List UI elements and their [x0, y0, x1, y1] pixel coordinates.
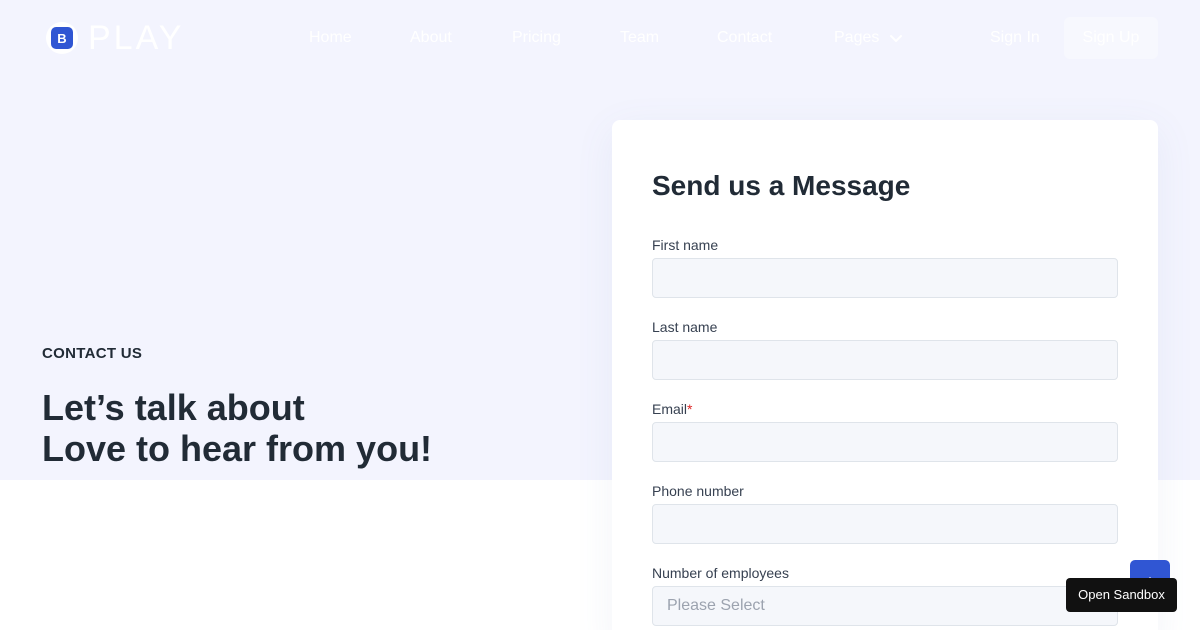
employees-label: Number of employees	[652, 565, 789, 581]
phone-label: Phone number	[652, 483, 744, 499]
email-label: Email*	[652, 400, 692, 418]
required-mark: *	[687, 401, 693, 417]
nav-home[interactable]: Home	[309, 26, 352, 50]
nav-pricing[interactable]: Pricing	[512, 26, 561, 50]
nav-about[interactable]: About	[410, 26, 452, 50]
section-eyebrow: CONTACT US	[42, 345, 143, 362]
nav-contact[interactable]: Contact	[717, 26, 772, 50]
employees-select[interactable]: Please Select	[652, 586, 1118, 626]
logo-text: PLAY	[88, 19, 185, 57]
contact-form-card: Send us a Message First name Last name E…	[612, 120, 1158, 630]
form-title: Send us a Message	[652, 170, 911, 201]
nav-pages-dropdown[interactable]: Pages	[834, 26, 903, 50]
last-name-field[interactable]	[652, 340, 1118, 380]
headline-line-1: Let’s talk about	[42, 387, 305, 428]
sign-in-link[interactable]: Sign In	[990, 26, 1040, 50]
email-label-text: Email	[652, 401, 688, 417]
site-header: B PLAY Home About Pricing Team Contact P…	[0, 0, 1200, 76]
nav-pages-label: Pages	[834, 29, 880, 46]
page-title: Let’s talk about Love to hear from you!	[42, 387, 562, 469]
open-sandbox-button[interactable]: Open Sandbox	[1066, 578, 1177, 612]
logo-badge-letter: B	[51, 27, 73, 49]
nav-team[interactable]: Team	[620, 26, 659, 50]
headline-line-2: Love to hear from you!	[42, 428, 433, 469]
sign-up-button[interactable]: Sign Up	[1064, 17, 1158, 59]
first-name-label: First name	[652, 237, 719, 253]
chevron-down-icon	[889, 31, 903, 45]
last-name-label: Last name	[652, 319, 718, 335]
first-name-field[interactable]	[652, 258, 1118, 298]
phone-field[interactable]	[652, 504, 1118, 544]
logo-badge: B	[42, 18, 82, 58]
site-logo[interactable]: B PLAY	[42, 18, 184, 58]
email-field[interactable]	[652, 422, 1118, 462]
